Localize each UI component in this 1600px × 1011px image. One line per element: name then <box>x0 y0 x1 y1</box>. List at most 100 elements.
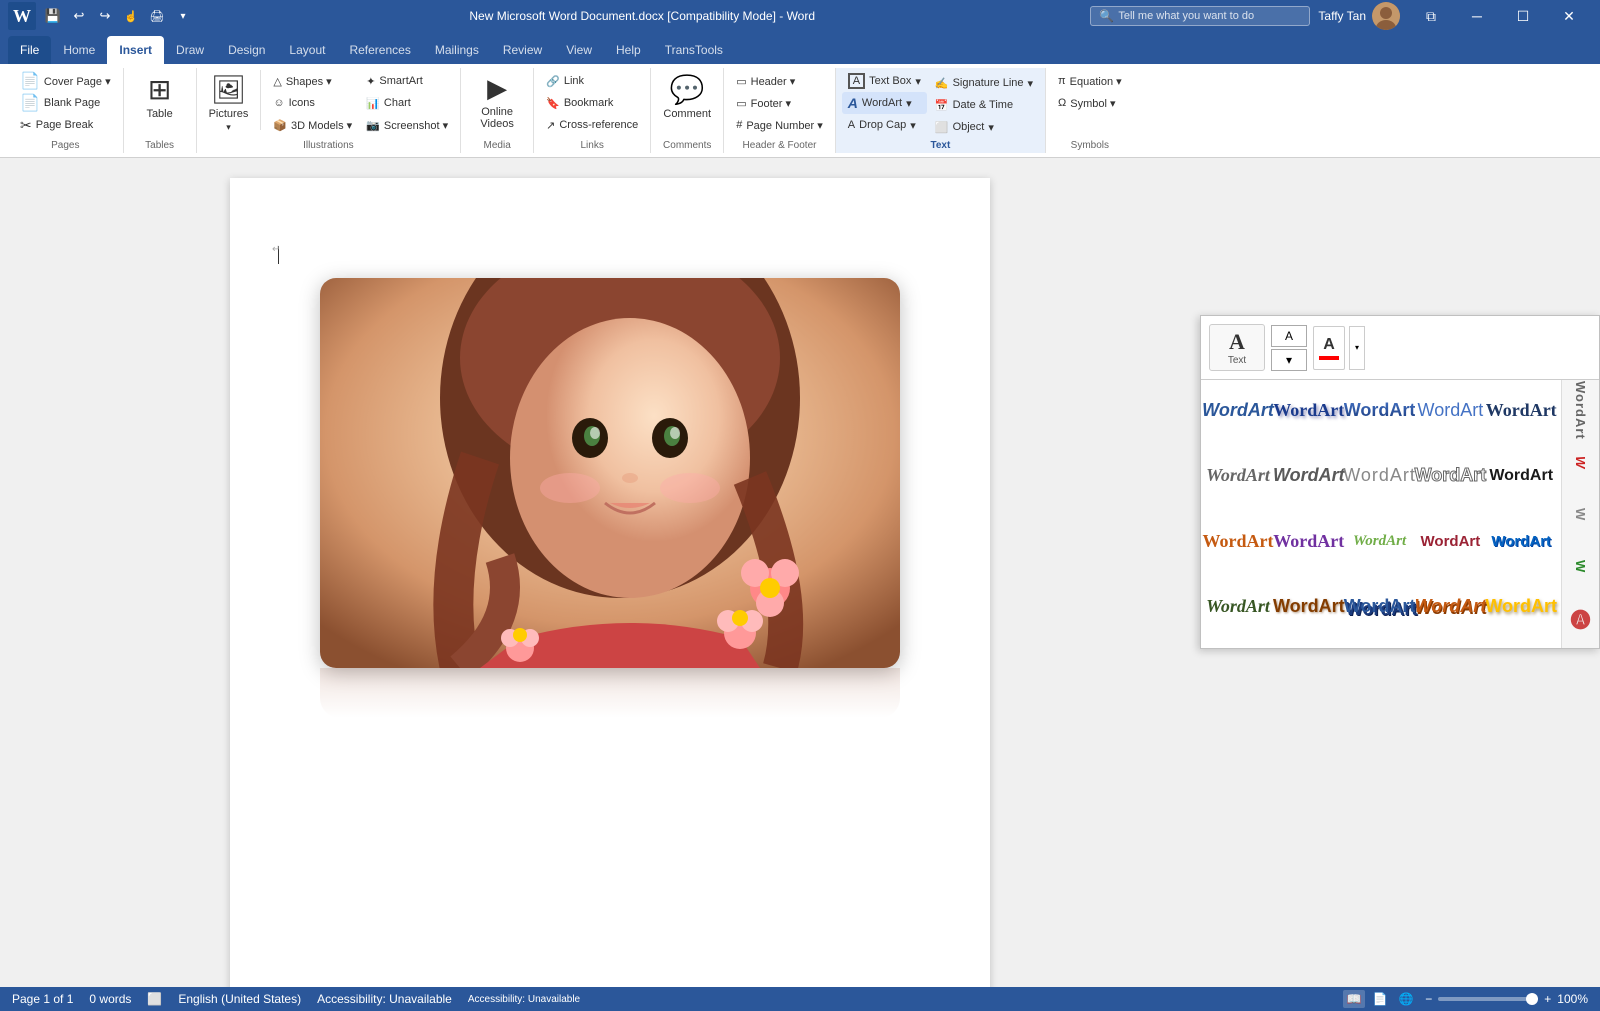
wordart-btn[interactable]: A WordArt ▾ <box>842 92 927 114</box>
link-btn[interactable]: 🔗 Link <box>540 70 644 92</box>
links-label: Links <box>540 138 644 151</box>
symbol-btn[interactable]: Ω Symbol ▾ <box>1052 92 1128 114</box>
online-videos-btn[interactable]: ▶ OnlineVideos <box>467 70 527 133</box>
screenshot-btn[interactable]: 📷 Screenshot ▾ <box>360 114 454 136</box>
page-break-btn[interactable]: ✂ Page Break <box>14 114 117 136</box>
tab-layout[interactable]: Layout <box>277 36 337 64</box>
wordart-style-5[interactable]: WordArt <box>1488 384 1554 436</box>
tab-view[interactable]: View <box>554 36 604 64</box>
redo-btn[interactable]: ↪ <box>94 5 116 27</box>
wordart-vertical-4[interactable]: W <box>1563 540 1599 592</box>
font-color-dropdown-btn[interactable]: ▾ <box>1349 326 1365 370</box>
chart-btn[interactable]: 📊 Chart <box>360 92 454 114</box>
wordart-style-8[interactable]: WordArt <box>1347 450 1413 502</box>
wordart-style-19[interactable]: WordArt <box>1417 581 1483 633</box>
cover-page-btn[interactable]: 📄 Cover Page ▾ <box>14 70 117 92</box>
3d-models-btn[interactable]: 📦 3D Models ▾ <box>267 114 358 136</box>
read-mode-btn[interactable]: 📖 <box>1343 990 1365 1008</box>
page-number-btn[interactable]: # Page Number ▾ <box>730 114 829 136</box>
font-color-btn[interactable]: A <box>1313 326 1345 370</box>
icons-btn[interactable]: ☺ Icons <box>267 92 358 114</box>
wordart-vertical-2[interactable]: W <box>1563 436 1599 488</box>
signature-line-btn[interactable]: ✍ Signature Line ▾ <box>929 72 1039 94</box>
zoom-in-btn[interactable]: + <box>1544 992 1551 1006</box>
wordart-style-13[interactable]: WordArt <box>1347 515 1413 567</box>
pages-column: 📄 Cover Page ▾ 📄 Blank Page ✂ Page Break <box>14 70 117 136</box>
user-avatar <box>1372 2 1400 30</box>
equation-btn[interactable]: π Equation ▾ <box>1052 70 1128 92</box>
pictures-btn[interactable]: 🖼 Pictures ▾ <box>203 70 255 136</box>
undo-btn[interactable]: ↩ <box>68 5 90 27</box>
font-size-input[interactable]: A <box>1271 325 1307 347</box>
minimize-btn[interactable]: ─ <box>1454 0 1500 32</box>
header-btn[interactable]: ▭ Header ▾ <box>730 70 829 92</box>
wordart-style-9[interactable]: WordArt <box>1417 450 1483 502</box>
wordart-style-14[interactable]: WordArt <box>1417 515 1483 567</box>
save-btn[interactable]: 💾 <box>42 5 64 27</box>
shapes-btn[interactable]: △ Shapes ▾ <box>267 70 358 92</box>
maximize-btn[interactable]: ☐ <box>1500 0 1546 32</box>
wordart-vertical-3[interactable]: W <box>1563 488 1599 540</box>
print-layout-btn[interactable]: 📄 <box>1369 990 1391 1008</box>
wordart-style-12[interactable]: WordArt <box>1276 515 1342 567</box>
tab-review[interactable]: Review <box>491 36 554 64</box>
text-box-btn[interactable]: A Text Box ▾ <box>842 70 927 92</box>
dropcap-icon: A <box>848 119 855 131</box>
tab-transtools[interactable]: TransTools <box>653 36 735 64</box>
wordart-style-1[interactable]: WordArt <box>1205 384 1271 436</box>
web-layout-btn[interactable]: 🌐 <box>1395 990 1417 1008</box>
wordart-vertical-5[interactable]: 🅐 <box>1563 592 1599 644</box>
tab-file[interactable]: File <box>8 36 51 64</box>
customize-btn[interactable]: ▾ <box>172 5 194 27</box>
word-count: 0 words <box>89 992 131 1006</box>
object-btn[interactable]: ⬜ Object ▾ <box>929 116 1039 138</box>
user-info[interactable]: Taffy Tan <box>1318 2 1400 30</box>
wordart-style-2[interactable]: WordArt <box>1276 384 1342 436</box>
tell-me-bar[interactable]: 🔍 Tell me what you want to do <box>1090 6 1310 26</box>
wordart-style-17[interactable]: WordArt <box>1276 581 1342 633</box>
tab-insert[interactable]: Insert <box>107 36 164 64</box>
wordart-style-16[interactable]: WordArt <box>1205 581 1271 633</box>
footer-btn[interactable]: ▭ Footer ▾ <box>730 92 829 114</box>
wordart-style-15[interactable]: WordArt <box>1488 515 1554 567</box>
ribbon-group-illustrations: 🖼 Pictures ▾ △ Shapes ▾ ☺ Icons 📦 3D Mod… <box>197 68 462 153</box>
restore-window-btn[interactable]: ⧉ <box>1408 0 1454 32</box>
wordart-styles-panel: WordArt WordArt WordArt WordArt WordArt … <box>1201 380 1599 648</box>
wordart-style-7[interactable]: WordArt <box>1276 450 1342 502</box>
tab-help[interactable]: Help <box>604 36 653 64</box>
zoom-out-btn[interactable]: − <box>1425 992 1432 1006</box>
comment-btn[interactable]: 💬 Comment <box>657 70 717 123</box>
tab-design[interactable]: Design <box>216 36 277 64</box>
links-group-content: 🔗 Link 🔖 Bookmark ↗ Cross-reference <box>540 70 644 138</box>
blank-page-btn[interactable]: 📄 Blank Page <box>14 92 117 114</box>
wordart-vertical-1[interactable]: WordArt <box>1563 384 1599 436</box>
smartart-btn[interactable]: ✦ SmartArt <box>360 70 454 92</box>
print-btn[interactable]: 🖨 <box>146 5 168 27</box>
icons-icon: ☺ <box>273 97 284 109</box>
tab-draw[interactable]: Draw <box>164 36 216 64</box>
wordart-style-4[interactable]: WordArt <box>1417 384 1483 436</box>
close-btn[interactable]: ✕ <box>1546 0 1592 32</box>
touch-mode-btn[interactable]: ☝ <box>120 5 142 27</box>
wordart-style-11[interactable]: WordArt <box>1205 515 1271 567</box>
zoom-slider[interactable] <box>1438 997 1538 1001</box>
inserted-image[interactable] <box>270 278 950 718</box>
dropcap-btn[interactable]: A Drop Cap ▾ <box>842 114 927 136</box>
quick-access-toolbar: 💾 ↩ ↪ ☝ 🖨 ▾ <box>42 5 194 27</box>
wordart-style-18[interactable]: WordArt <box>1347 581 1413 633</box>
tab-home[interactable]: Home <box>51 36 107 64</box>
cross-reference-btn[interactable]: ↗ Cross-reference <box>540 114 644 136</box>
footer-icon: ▭ <box>736 97 746 110</box>
wordart-style-3[interactable]: WordArt <box>1347 384 1413 436</box>
symbol-icon: Ω <box>1058 97 1066 109</box>
text-panel-btn-text[interactable]: A Text <box>1209 324 1265 371</box>
tab-references[interactable]: References <box>337 36 422 64</box>
wordart-style-10[interactable]: WordArt <box>1488 450 1554 502</box>
wordart-style-20[interactable]: WordArt <box>1488 581 1554 633</box>
font-size-dropdown[interactable]: ▾ <box>1271 349 1307 371</box>
table-btn[interactable]: ⊞ Table <box>130 70 190 123</box>
tab-mailings[interactable]: Mailings <box>423 36 491 64</box>
bookmark-btn[interactable]: 🔖 Bookmark <box>540 92 644 114</box>
wordart-style-6[interactable]: WordArt <box>1205 450 1271 502</box>
date-time-btn[interactable]: 📅 Date & Time <box>929 94 1039 116</box>
